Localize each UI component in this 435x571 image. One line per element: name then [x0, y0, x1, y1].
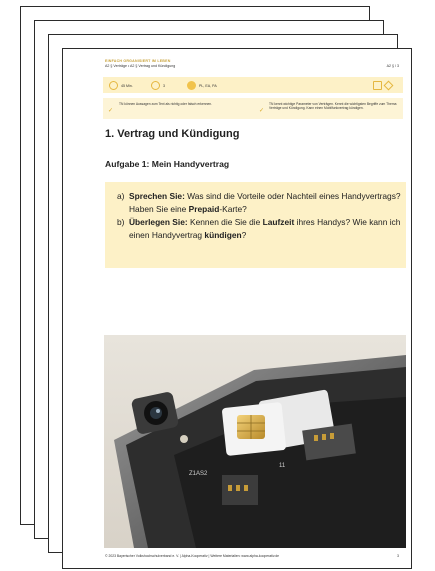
phone-illustration: Z1AS2 11 — [114, 355, 406, 548]
learning-goals-bar: ✓ TN können Aussagen zum Text als richti… — [103, 98, 403, 119]
duration-info: 45 Min. — [109, 81, 133, 90]
task-label: a) — [117, 191, 125, 201]
pencil-icon — [383, 80, 394, 91]
task-text: Überlegen Sie: Kennen die Sie die Laufze… — [129, 216, 404, 241]
keyword: kündigen — [204, 229, 242, 240]
task-body: Kennen die Sie die — [187, 217, 263, 227]
task-box: a) Sprechen Sie: Was sind die Vorteile o… — [105, 182, 406, 268]
phone-sim-photo: Z1AS2 11 — [104, 335, 406, 548]
count-text: 3 — [163, 83, 165, 88]
task-body: ? — [241, 229, 247, 240]
social-form-text: PL, EA, PA — [199, 83, 217, 88]
count-info: 3 — [151, 81, 165, 90]
chip-label: 11 — [279, 463, 286, 469]
task-text: Sprechen Sie: Was sind die Vorteile oder… — [129, 190, 404, 215]
duration-text: 45 Min. — [121, 83, 133, 88]
task-instruction: Überlegen Sie: — [129, 217, 188, 227]
goal-right: TN kennt wichtige Parameter von Verträge… — [269, 102, 397, 111]
footer-text: © 2023 Bayerischer Volkshochschulverband… — [105, 554, 280, 558]
info-bar: 45 Min. 3 PL, EA, PA — [103, 77, 403, 93]
tablet-icon — [373, 81, 382, 90]
people-icon — [187, 81, 196, 90]
social-form-info: PL, EA, PA — [187, 81, 217, 90]
task-instruction: Sprechen Sie: — [129, 191, 185, 201]
task-body: -Karte? — [219, 203, 247, 214]
unit-subtitle: A2 § Verträge • A2 § Vertrag und Kündigu… — [105, 64, 176, 68]
page-number: 3 — [397, 554, 399, 558]
target-icon — [151, 81, 160, 90]
media-icons — [373, 80, 394, 91]
keyword: Prepaid — [188, 203, 220, 214]
check-icon: ✓ — [259, 108, 265, 114]
page-reference: A2 § / 3 — [386, 64, 399, 68]
exercise-title: Aufgabe 1: Mein Handyvertrag — [105, 159, 230, 169]
section-title: 1. Vertrag und Kündigung — [105, 128, 240, 140]
course-tag: EINFACH ORGANISIERT IM LEBEN — [105, 59, 171, 63]
clock-icon — [109, 81, 118, 90]
chip-label: Z1AS2 — [189, 471, 208, 477]
check-icon: ✓ — [108, 108, 114, 114]
task-label: b) — [117, 217, 125, 227]
goal-left: TN können Aussagen zum Text als richtig … — [119, 102, 213, 106]
worksheet-page: EINFACH ORGANISIERT IM LEBEN A2 § Verträ… — [62, 48, 412, 569]
keyword: Laufzeit — [262, 217, 295, 227]
